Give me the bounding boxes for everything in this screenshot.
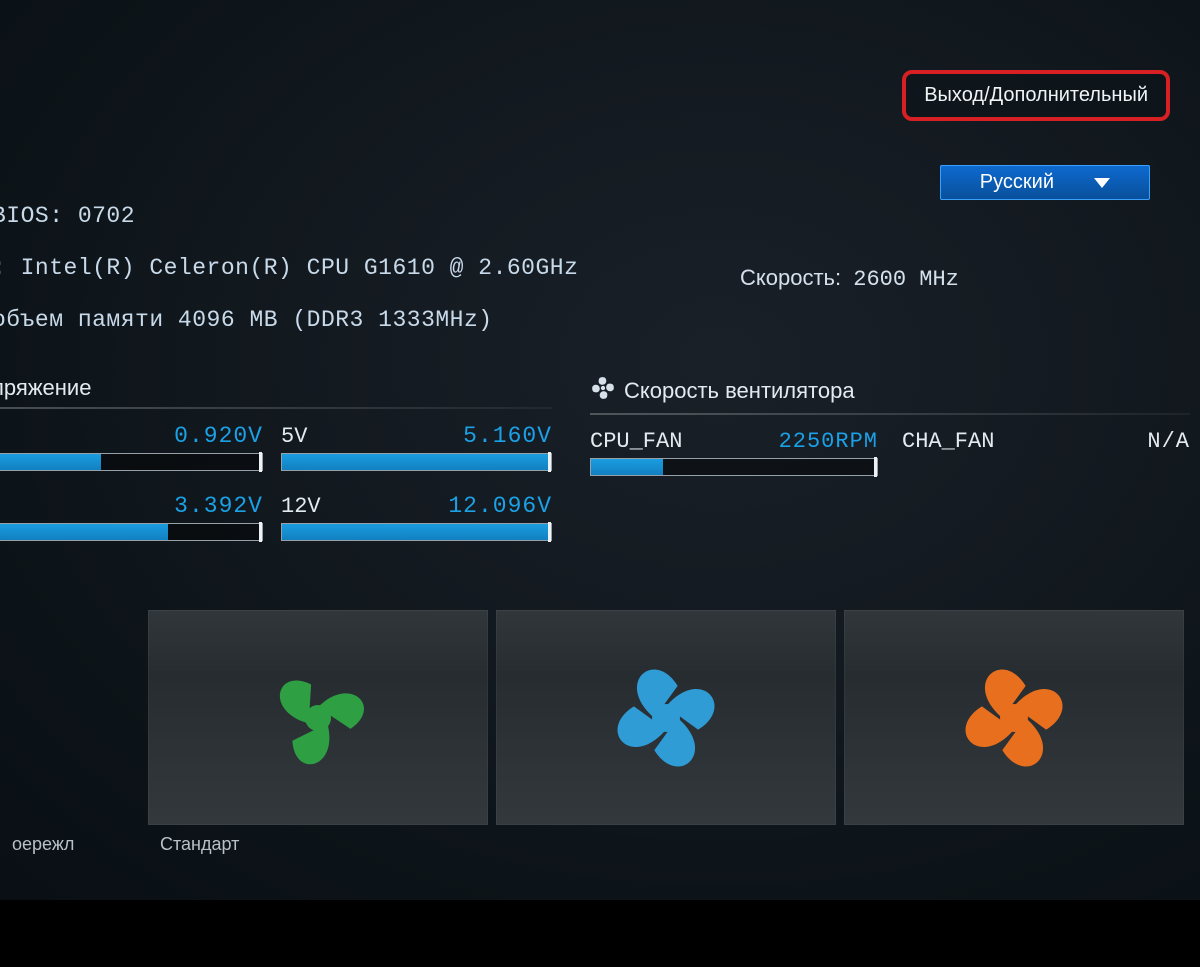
mode-card-standard[interactable]: [148, 610, 488, 825]
mode-label-cut: оережл: [0, 834, 140, 855]
voltage-name: 12V: [281, 494, 361, 519]
fan-icon: [590, 375, 616, 407]
fan-icon: [944, 648, 1084, 788]
voltage-bar: [0, 523, 263, 541]
voltage-section: пряжение 0.920V 5V 5.160V 3.392V 12V 12.…: [0, 375, 552, 541]
fan-name: CPU_FAN: [590, 429, 682, 454]
voltage-divider: [0, 407, 552, 409]
voltage-cell: 12V 12.096V: [281, 493, 552, 541]
top-right-controls: Выход/Дополнительный: [902, 70, 1170, 121]
voltage-bar: [0, 453, 263, 471]
fan-name: CHA_FAN: [902, 429, 994, 454]
bios-ez-mode-screen: Выход/Дополнительный Русский BIOS: 0702 …: [0, 0, 1200, 900]
language-selected-label: Русский: [980, 171, 1054, 194]
cpu-speed: Скорость: 2600 MHz: [740, 265, 959, 292]
cpu-speed-value: 2600 MHz: [853, 267, 959, 292]
fan-cell-cha: CHA_FAN N/A: [902, 429, 1190, 476]
fan-icon: [596, 648, 736, 788]
voltage-value: 0.920V: [0, 423, 263, 449]
fan-cell-cpu: CPU_FAN 2250RPM: [590, 429, 878, 476]
voltage-cell: 3.392V: [0, 493, 263, 541]
voltage-bar: [281, 453, 552, 471]
fan-speed-title: Скорость вентилятора: [590, 375, 1190, 407]
cpu-line: : Intel(R) Celeron(R) CPU G1610 @ 2.60GH…: [0, 242, 578, 294]
system-info: BIOS: 0702 : Intel(R) Celeron(R) CPU G16…: [0, 190, 578, 346]
memory-line: объем памяти 4096 MB (DDR3 1333MHz): [0, 294, 578, 346]
voltage-cell: 0.920V: [0, 423, 263, 471]
voltage-value: 5.160V: [361, 423, 552, 449]
fan-icon: [253, 653, 383, 783]
fan-value: N/A: [1147, 429, 1190, 454]
mode-card-normal[interactable]: [496, 610, 836, 825]
fan-value: 2250RPM: [779, 429, 878, 454]
voltage-value: 12.096V: [361, 493, 552, 519]
fan-speed-section: Скорость вентилятора CPU_FAN 2250RPM CHA…: [590, 375, 1190, 476]
voltage-bar: [281, 523, 552, 541]
mode-label-standard: Стандарт: [148, 834, 488, 855]
bios-version-line: BIOS: 0702: [0, 190, 578, 242]
mode-labels-row: оережл Стандарт: [0, 834, 1200, 855]
cpu-speed-label: Скорость:: [740, 265, 841, 290]
performance-modes: [0, 610, 1200, 825]
voltage-name: 5V: [281, 424, 361, 449]
mode-card-turbo[interactable]: [844, 610, 1184, 825]
voltage-title: пряжение: [0, 375, 552, 401]
dropdown-triangle-icon: [1094, 178, 1110, 188]
language-selector[interactable]: Русский: [940, 165, 1150, 200]
mode-card-cut[interactable]: [0, 610, 140, 825]
voltage-value: 3.392V: [0, 493, 263, 519]
mode-label-turbo: [844, 834, 1184, 855]
voltage-cell: 5V 5.160V: [281, 423, 552, 471]
exit-advanced-button[interactable]: Выход/Дополнительный: [902, 70, 1170, 121]
mode-label-normal: [496, 834, 836, 855]
fan-bar: [590, 458, 878, 476]
fan-divider: [590, 413, 1190, 415]
fan-speed-title-text: Скорость вентилятора: [624, 378, 855, 404]
